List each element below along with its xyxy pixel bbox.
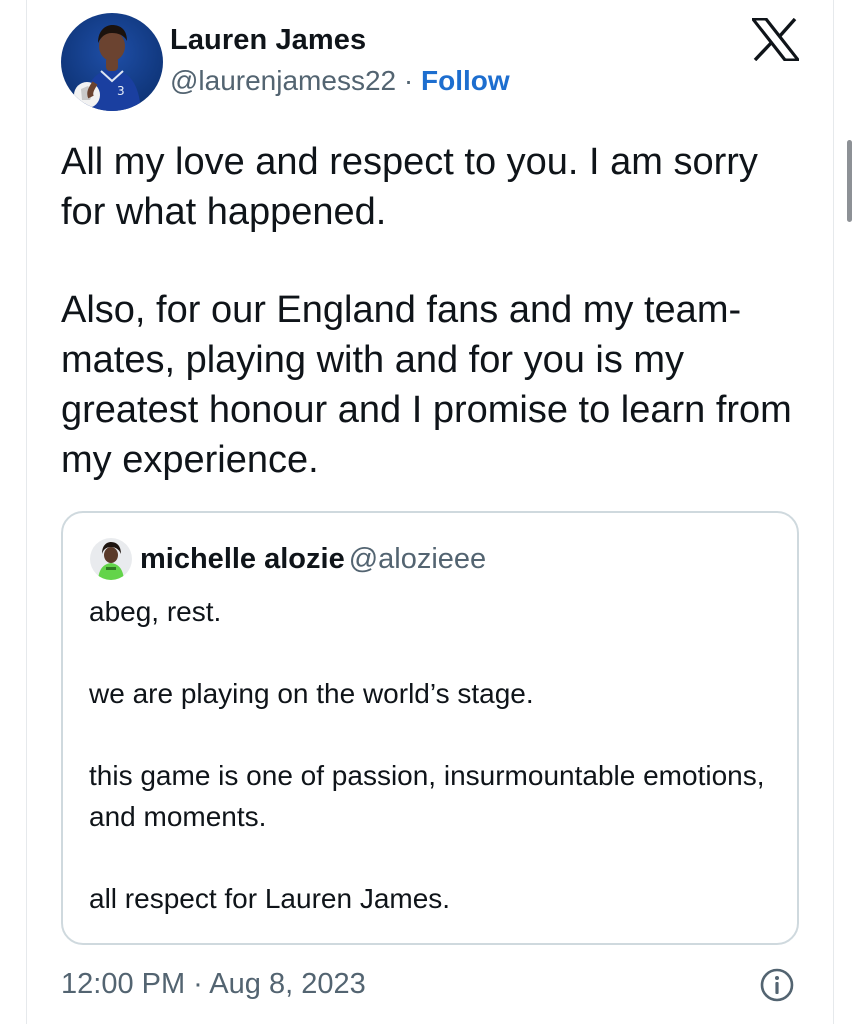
quoted-author-name[interactable]: michelle alozie bbox=[140, 543, 345, 575]
quoted-paragraph: we are playing on the world’s stage. bbox=[89, 678, 534, 709]
quoted-tweet-card[interactable]: michelle alozie @alozieee abeg, rest. we … bbox=[61, 511, 799, 945]
card-right-border bbox=[833, 0, 834, 1024]
scrollbar-thumb[interactable] bbox=[847, 140, 852, 222]
author-name[interactable]: Lauren James bbox=[170, 21, 366, 59]
tweet-paragraph: All my love and respect to you. I am sor… bbox=[61, 141, 758, 233]
author-avatar[interactable]: 3 bbox=[61, 13, 163, 111]
quoted-author-handle[interactable]: @alozieee bbox=[349, 543, 486, 575]
x-logo-icon[interactable] bbox=[749, 17, 802, 62]
quoted-paragraph: this game is one of passion, insurmounta… bbox=[89, 760, 765, 832]
card-left-border bbox=[26, 0, 27, 1024]
handle-separator: · bbox=[396, 65, 421, 96]
tweet-embed: 3 Lauren James @laurenjamess22 · Follow … bbox=[0, 0, 861, 1024]
svg-text:3: 3 bbox=[117, 84, 125, 98]
author-handle-row: @laurenjamess22 · Follow bbox=[170, 62, 510, 100]
tweet-timestamp[interactable]: 12:00 PM · Aug 8, 2023 bbox=[61, 964, 366, 1004]
tweet-paragraph: Also, for our England fans and my team-m… bbox=[61, 289, 792, 481]
quoted-author-avatar bbox=[90, 538, 132, 580]
quoted-author-row: michelle alozie @alozieee bbox=[140, 541, 486, 577]
quoted-paragraph: abeg, rest. bbox=[89, 596, 222, 627]
quoted-tweet-text: abeg, rest. we are playing on the world’… bbox=[89, 591, 779, 919]
follow-button[interactable]: Follow bbox=[421, 65, 510, 96]
tweet-text: All my love and respect to you. I am sor… bbox=[61, 137, 801, 485]
author-handle[interactable]: @laurenjamess22 bbox=[170, 65, 396, 96]
quoted-paragraph: all respect for Lauren James. bbox=[89, 883, 451, 914]
info-icon[interactable] bbox=[759, 967, 795, 1003]
